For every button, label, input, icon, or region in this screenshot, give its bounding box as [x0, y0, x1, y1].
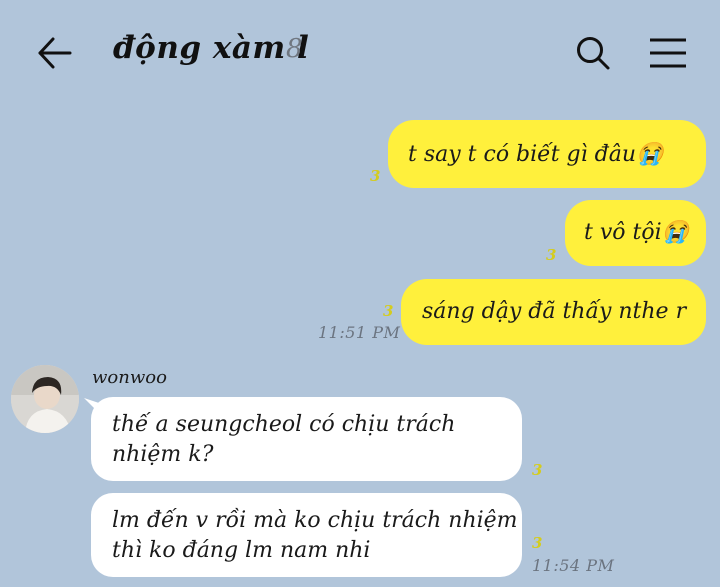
outgoing-message[interactable]: sáng dậy đã thấy nthe r	[401, 279, 706, 345]
outgoing-message[interactable]: t vô tội😭	[565, 200, 706, 266]
read-count: 3	[546, 246, 557, 264]
read-count: 3	[532, 534, 543, 552]
incoming-message[interactable]: thế a seungcheol có chịu trách nhiệm k?	[91, 397, 522, 481]
read-count: 3	[370, 167, 381, 185]
message-text-line: thì ko đáng lm nam nhi	[112, 538, 371, 563]
menu-button[interactable]	[648, 36, 688, 70]
arrow-left-icon	[38, 37, 72, 69]
member-count: 8	[286, 34, 303, 64]
back-button[interactable]	[36, 36, 72, 70]
outgoing-message[interactable]: t say t có biết gì đâu😭	[388, 120, 706, 188]
search-button[interactable]	[574, 35, 612, 73]
search-icon	[577, 37, 610, 70]
message-timestamp: 11:54 PM	[532, 556, 615, 575]
message-text: t say t có biết gì đâu😭	[408, 142, 664, 167]
message-text: sáng dậy đã thấy nthe r	[422, 299, 687, 324]
incoming-message[interactable]: lm đến v rồi mà ko chịu trách nhiệm thì …	[91, 493, 522, 577]
chat-header: động xàm l 8	[0, 0, 720, 100]
chat-title: động xàm l	[113, 30, 310, 66]
message-text-line: lm đến v rồi mà ko chịu trách nhiệm	[112, 508, 518, 533]
profile-photo	[11, 365, 79, 433]
read-count: 3	[383, 302, 394, 320]
message-timestamp: 11:51 PM	[318, 323, 401, 342]
read-count: 3	[532, 461, 543, 479]
message-text-line: nhiệm k?	[112, 442, 214, 467]
sender-name: wonwoo	[92, 367, 167, 388]
message-text: t vô tội😭	[584, 220, 690, 245]
hamburger-menu-icon	[650, 38, 686, 68]
message-text-line: thế a seungcheol có chịu trách	[112, 412, 456, 437]
avatar[interactable]	[11, 365, 79, 433]
